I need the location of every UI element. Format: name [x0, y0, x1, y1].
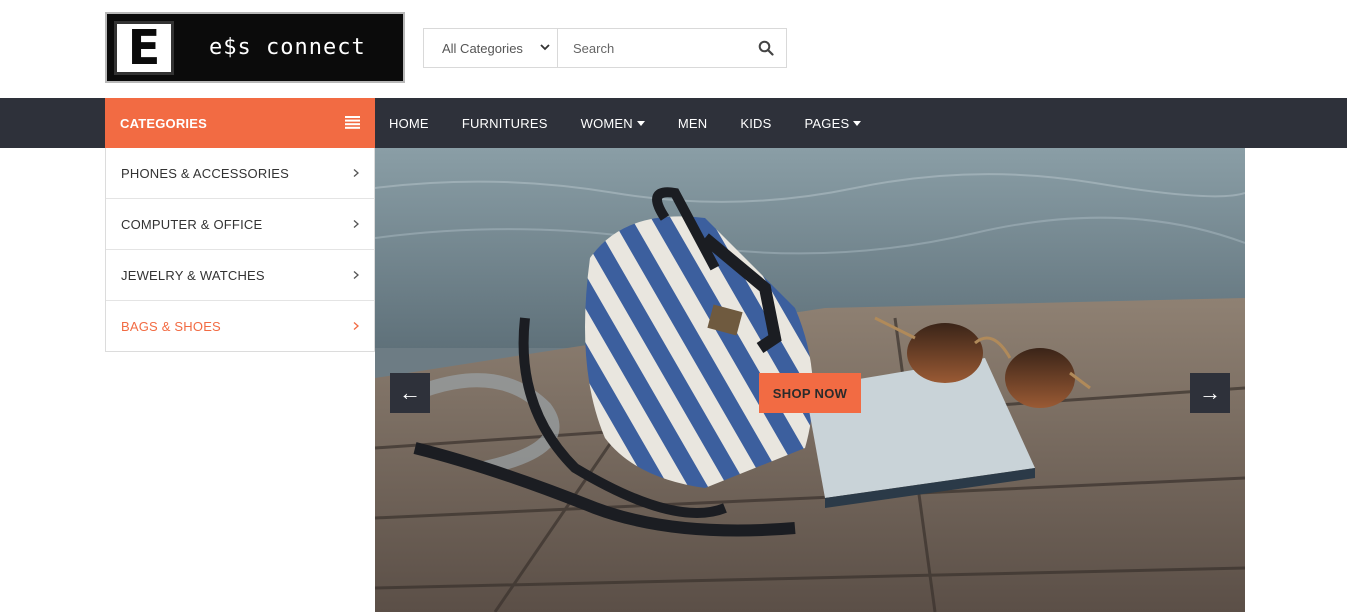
hero-slider: ← SHOP NOW → — [375, 148, 1245, 612]
slider-next-button[interactable]: → — [1190, 373, 1230, 413]
logo-letter: E — [114, 20, 174, 75]
nav-label: MEN — [677, 115, 708, 131]
slider-prev-button[interactable]: ← — [390, 373, 430, 413]
arrow-right-icon: → — [1199, 380, 1221, 405]
nav-item-furnitures[interactable]: FURNITURES — [448, 98, 562, 148]
nav-item-men[interactable]: MEN — [664, 98, 722, 148]
search-field-wrap — [558, 29, 786, 67]
arrow-left-icon: ← — [399, 380, 421, 405]
nav-label: KIDS — [740, 115, 772, 131]
chevron-down-icon — [540, 44, 550, 51]
chevron-right-icon — [353, 322, 359, 330]
sidebar-item-label: BAGS & SHOES — [121, 318, 221, 334]
sidebar-item-jewelry[interactable]: JEWELRY & WATCHES — [106, 249, 374, 300]
nav-label: PAGES — [804, 115, 850, 131]
nav-label: HOME — [389, 115, 429, 131]
nav-menu: HOME FURNITURES WOMEN MEN KIDS PAGES — [375, 98, 880, 148]
search-input[interactable] — [573, 40, 753, 56]
hamburger-icon — [345, 116, 360, 129]
sidebar-item-label: COMPUTER & OFFICE — [121, 216, 263, 232]
categories-toggle[interactable]: CATEGORIES — [105, 98, 375, 148]
sidebar-item-phones[interactable]: PHONES & ACCESSORIES — [106, 148, 374, 198]
search-icon[interactable] — [758, 40, 774, 56]
search-bar: All Categories — [423, 28, 787, 68]
caret-down-icon — [853, 120, 862, 126]
category-sidebar: PHONES & ACCESSORIES COMPUTER & OFFICE J… — [105, 148, 375, 352]
nav-item-women[interactable]: WOMEN — [567, 98, 659, 148]
chevron-right-icon — [353, 220, 359, 228]
nav-item-pages[interactable]: PAGES — [791, 98, 876, 148]
sidebar-item-label: PHONES & ACCESSORIES — [121, 165, 289, 181]
caret-down-icon — [636, 120, 645, 126]
chevron-right-icon — [353, 169, 359, 177]
nav-item-home[interactable]: HOME — [375, 98, 443, 148]
nav-label: WOMEN — [580, 115, 633, 131]
nav-label: FURNITURES — [461, 115, 548, 131]
shop-now-button[interactable]: SHOP NOW — [759, 373, 861, 413]
category-select-value: All Categories — [442, 40, 523, 56]
categories-label: CATEGORIES — [120, 115, 207, 131]
sidebar-item-label: JEWELRY & WATCHES — [121, 267, 265, 283]
logo-mark: E — [107, 14, 181, 81]
chevron-right-icon — [353, 271, 359, 279]
category-select[interactable]: All Categories — [424, 29, 558, 67]
logo-text: e$s connect — [209, 35, 366, 60]
sidebar-item-computer[interactable]: COMPUTER & OFFICE — [106, 198, 374, 249]
site-logo[interactable]: E e$s connect — [105, 12, 405, 83]
sidebar-item-bags[interactable]: BAGS & SHOES — [106, 300, 374, 351]
nav-item-kids[interactable]: KIDS — [726, 98, 785, 148]
